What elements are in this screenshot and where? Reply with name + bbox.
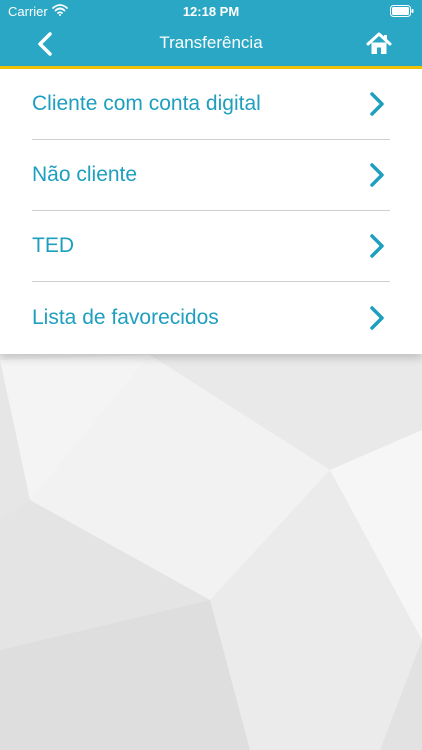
clock: 12:18 PM: [182, 4, 240, 19]
menu-item-nao-cliente[interactable]: Não cliente: [32, 140, 390, 211]
status-bar: Carrier 12:18 PM: [0, 0, 422, 22]
home-icon: [366, 31, 392, 57]
transfer-menu: Cliente com conta digital Não cliente TE…: [0, 69, 422, 354]
menu-item-label: Não cliente: [32, 163, 138, 186]
chevron-right-icon: [368, 305, 386, 331]
menu-item-label: TED: [32, 234, 74, 257]
battery-icon: [390, 5, 414, 17]
chevron-right-icon: [368, 162, 386, 188]
menu-item-lista-favorecidos[interactable]: Lista de favorecidos: [32, 282, 390, 353]
menu-item-label: Lista de favorecidos: [32, 305, 219, 329]
chevron-right-icon: [368, 233, 386, 259]
menu-item-cliente-conta-digital[interactable]: Cliente com conta digital: [32, 69, 390, 140]
menu-item-label: Cliente com conta digital: [32, 92, 261, 115]
page-title: Transferência: [159, 33, 263, 52]
nav-bar: Transferência: [0, 22, 422, 66]
chevron-right-icon: [368, 91, 386, 117]
app-header: Carrier 12:18 PM Transferência: [0, 0, 422, 66]
home-button[interactable]: [366, 31, 392, 57]
menu-item-ted[interactable]: TED: [32, 211, 390, 282]
